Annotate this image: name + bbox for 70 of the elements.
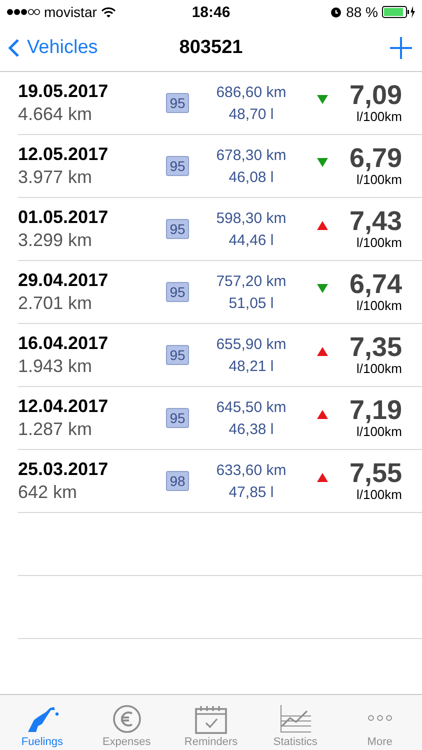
odometer-reading: 3.977 km [18,167,94,188]
volume-value: 46,08 l [228,168,274,186]
consumption-value: 7,19 [349,397,402,424]
add-icon[interactable] [390,36,412,58]
consumption-value: 7,35 [349,334,402,361]
signal-icon [6,8,40,16]
consumption-value: 6,79 [349,145,402,172]
fuel-grade: 95 [166,408,190,428]
fuel-grade: 95 [166,156,190,176]
volume-value: 48,70 l [228,106,274,122]
fueling-date: 25.03.2017 [18,459,110,480]
fueling-row[interactable]: 16.04.2017 1.943 km 95 655,90 km 48,21 l 7,35 l/100km [18,324,422,387]
consumption-unit: l/100km [356,298,402,313]
fueling-date: 01.05.2017 [18,207,110,228]
odometer-reading: 1.287 km [18,419,94,440]
fueling-date: 16.04.2017 [18,333,110,354]
volume-value: 44,46 l [228,232,274,248]
consumption-value: 7,09 [349,82,402,109]
consumption-unit: l/100km [356,487,402,502]
odometer-reading: 1.943 km [18,356,94,377]
volume-value: 51,05 l [228,294,274,312]
fueling-row[interactable]: 12.05.2017 3.977 km 95 678,30 km 46,08 l 6,79 l/100km [18,135,422,198]
consumption-value: 6,74 [349,271,402,298]
odometer-reading: 4.664 km [18,104,94,125]
volume-value: 47,85 l [228,484,274,500]
fueling-row[interactable]: 12.04.2017 1.287 km 95 645,50 km 46,38 l 7,19 l/100km [18,387,422,450]
fuel-grade: 95 [166,282,190,302]
fueling-row[interactable]: 01.05.2017 3.299 km 95 598,30 km 44,46 l 7,43 l/100km [18,198,422,261]
distance-value: 633,60 km [216,462,286,478]
carrier-name: movistar [44,4,97,20]
consumption-unit: l/100km [356,109,402,124]
more-icon [368,715,392,721]
consumption-value: 7,55 [349,460,402,487]
fueling-row[interactable]: 29.04.2017 2.701 km 95 757,20 km 51,05 l 6,74 l/100km [18,261,422,324]
distance-value: 678,30 km [216,146,286,164]
fuel-grade: 95 [166,93,190,113]
distance-value: 757,20 km [216,272,286,290]
consumption-unit: l/100km [356,172,402,187]
distance-value: 645,50 km [216,398,286,416]
pump-tab[interactable]: Fuelings [0,695,84,750]
fueling-date: 29.04.2017 [18,270,110,291]
back-button[interactable]: Vehicles [8,36,98,58]
battery-charging-icon [382,6,416,18]
distance-value: 686,60 km [216,84,286,100]
vehicle-title: 803521 [179,36,243,58]
fueling-row[interactable]: 19.05.2017 4.664 km 95 686,60 km 48,70 l 7,09 l/100km [18,72,422,135]
consumption-value: 7,43 [349,208,402,235]
clock-time: 18:46 [192,4,230,20]
distance-value: 598,30 km [216,210,286,226]
wifi-icon [100,6,116,18]
back-chevron-icon [8,38,20,58]
fueling-date: 12.04.2017 [18,396,110,417]
fueling-date: 19.05.2017 [18,81,110,102]
calendar-icon [193,704,230,734]
fuel-grade: 95 [166,345,190,365]
alarm-icon [330,6,342,18]
volume-value: 48,21 l [228,358,274,374]
fuel-grade: 98 [166,471,190,491]
odometer-reading: 3.299 km [18,230,94,251]
consumption-unit: l/100km [356,424,402,439]
consumption-unit: l/100km [356,235,402,250]
fueling-row[interactable]: 25.03.2017 642 km 98 633,60 km 47,85 l 7,55 l/100km [18,450,422,513]
volume-value: 46,38 l [228,420,274,438]
fuel-grade: 95 [166,219,190,239]
battery-percent: 88 % [346,4,378,20]
fueling-date: 12.05.2017 [18,144,110,165]
consumption-unit: l/100km [356,361,402,376]
distance-value: 655,90 km [216,336,286,352]
odometer-reading: 642 km [18,482,78,503]
odometer-reading: 2.701 km [18,293,94,314]
